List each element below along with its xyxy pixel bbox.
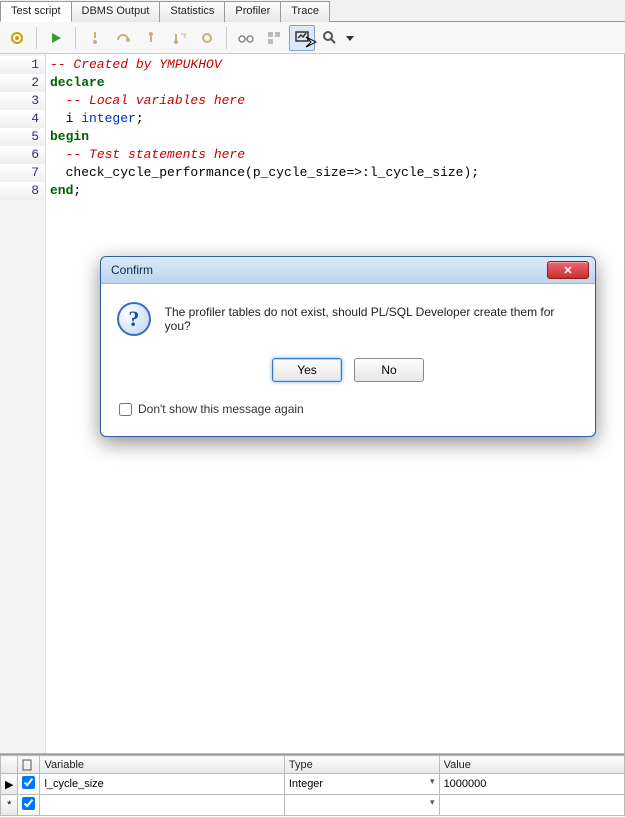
- cell-variable[interactable]: [40, 795, 284, 816]
- cell-value[interactable]: [439, 795, 624, 816]
- yes-button[interactable]: Yes: [272, 358, 342, 382]
- row-marker: ▶: [1, 774, 18, 795]
- play-icon[interactable]: [43, 25, 69, 51]
- step-into-icon[interactable]: [82, 25, 108, 51]
- cell-variable[interactable]: l_cycle_size: [40, 774, 284, 795]
- variables-grid: Variable Type Value ▶ l_cycle_size Integ…: [0, 754, 625, 816]
- row-marker: *: [1, 795, 18, 816]
- dont-show-label: Don't show this message again: [138, 402, 304, 416]
- tab-dbms-output[interactable]: DBMS Output: [71, 1, 161, 22]
- confirm-dialog: Confirm ✕ ? The profiler tables do not e…: [100, 256, 596, 437]
- dont-show-again[interactable]: Don't show this message again: [117, 396, 579, 426]
- tab-trace[interactable]: Trace: [280, 1, 330, 22]
- dialog-body: ? The profiler tables do not exist, shou…: [101, 284, 595, 436]
- tab-statistics[interactable]: Statistics: [159, 1, 225, 22]
- row-check[interactable]: [18, 795, 40, 816]
- dialog-message: The profiler tables do not exist, should…: [165, 305, 579, 333]
- toolbar-separator: [226, 27, 227, 49]
- grid-head-type[interactable]: Type: [284, 756, 439, 774]
- breakpoint-icon[interactable]: [194, 25, 220, 51]
- tab-test-script[interactable]: Test script: [0, 1, 72, 22]
- diagram-icon[interactable]: [289, 25, 315, 51]
- question-icon: ?: [117, 302, 151, 336]
- line-gutter: 12345678: [0, 54, 46, 753]
- row-check[interactable]: [18, 774, 40, 795]
- run-to-cursor-icon[interactable]: [166, 25, 192, 51]
- dialog-titlebar[interactable]: Confirm ✕: [101, 257, 595, 284]
- toolbar: [0, 22, 625, 54]
- close-icon[interactable]: ✕: [547, 261, 589, 279]
- search-dropdown-icon[interactable]: [345, 25, 355, 51]
- grid-header-row: Variable Type Value: [1, 756, 625, 774]
- variables-icon[interactable]: [261, 25, 287, 51]
- search-icon[interactable]: [317, 25, 343, 51]
- tab-bar: Test script DBMS Output Statistics Profi…: [0, 0, 625, 22]
- toolbar-separator: [75, 27, 76, 49]
- step-over-icon[interactable]: [110, 25, 136, 51]
- gear-icon[interactable]: [4, 25, 30, 51]
- cell-type[interactable]: Integer: [284, 774, 439, 795]
- grid-head-check: [18, 756, 40, 774]
- dont-show-checkbox[interactable]: [119, 403, 132, 416]
- grid-head-value[interactable]: Value: [439, 756, 624, 774]
- grid-head-variable[interactable]: Variable: [40, 756, 284, 774]
- step-out-icon[interactable]: [138, 25, 164, 51]
- grid-row[interactable]: ▶ l_cycle_size Integer 1000000: [1, 774, 625, 795]
- glasses-icon[interactable]: [233, 25, 259, 51]
- cell-value[interactable]: 1000000: [439, 774, 624, 795]
- grid-corner: [1, 756, 18, 774]
- cell-type[interactable]: [284, 795, 439, 816]
- dialog-title: Confirm: [111, 263, 153, 277]
- toolbar-separator: [36, 27, 37, 49]
- grid-row[interactable]: *: [1, 795, 625, 816]
- tab-profiler[interactable]: Profiler: [224, 1, 281, 22]
- no-button[interactable]: No: [354, 358, 424, 382]
